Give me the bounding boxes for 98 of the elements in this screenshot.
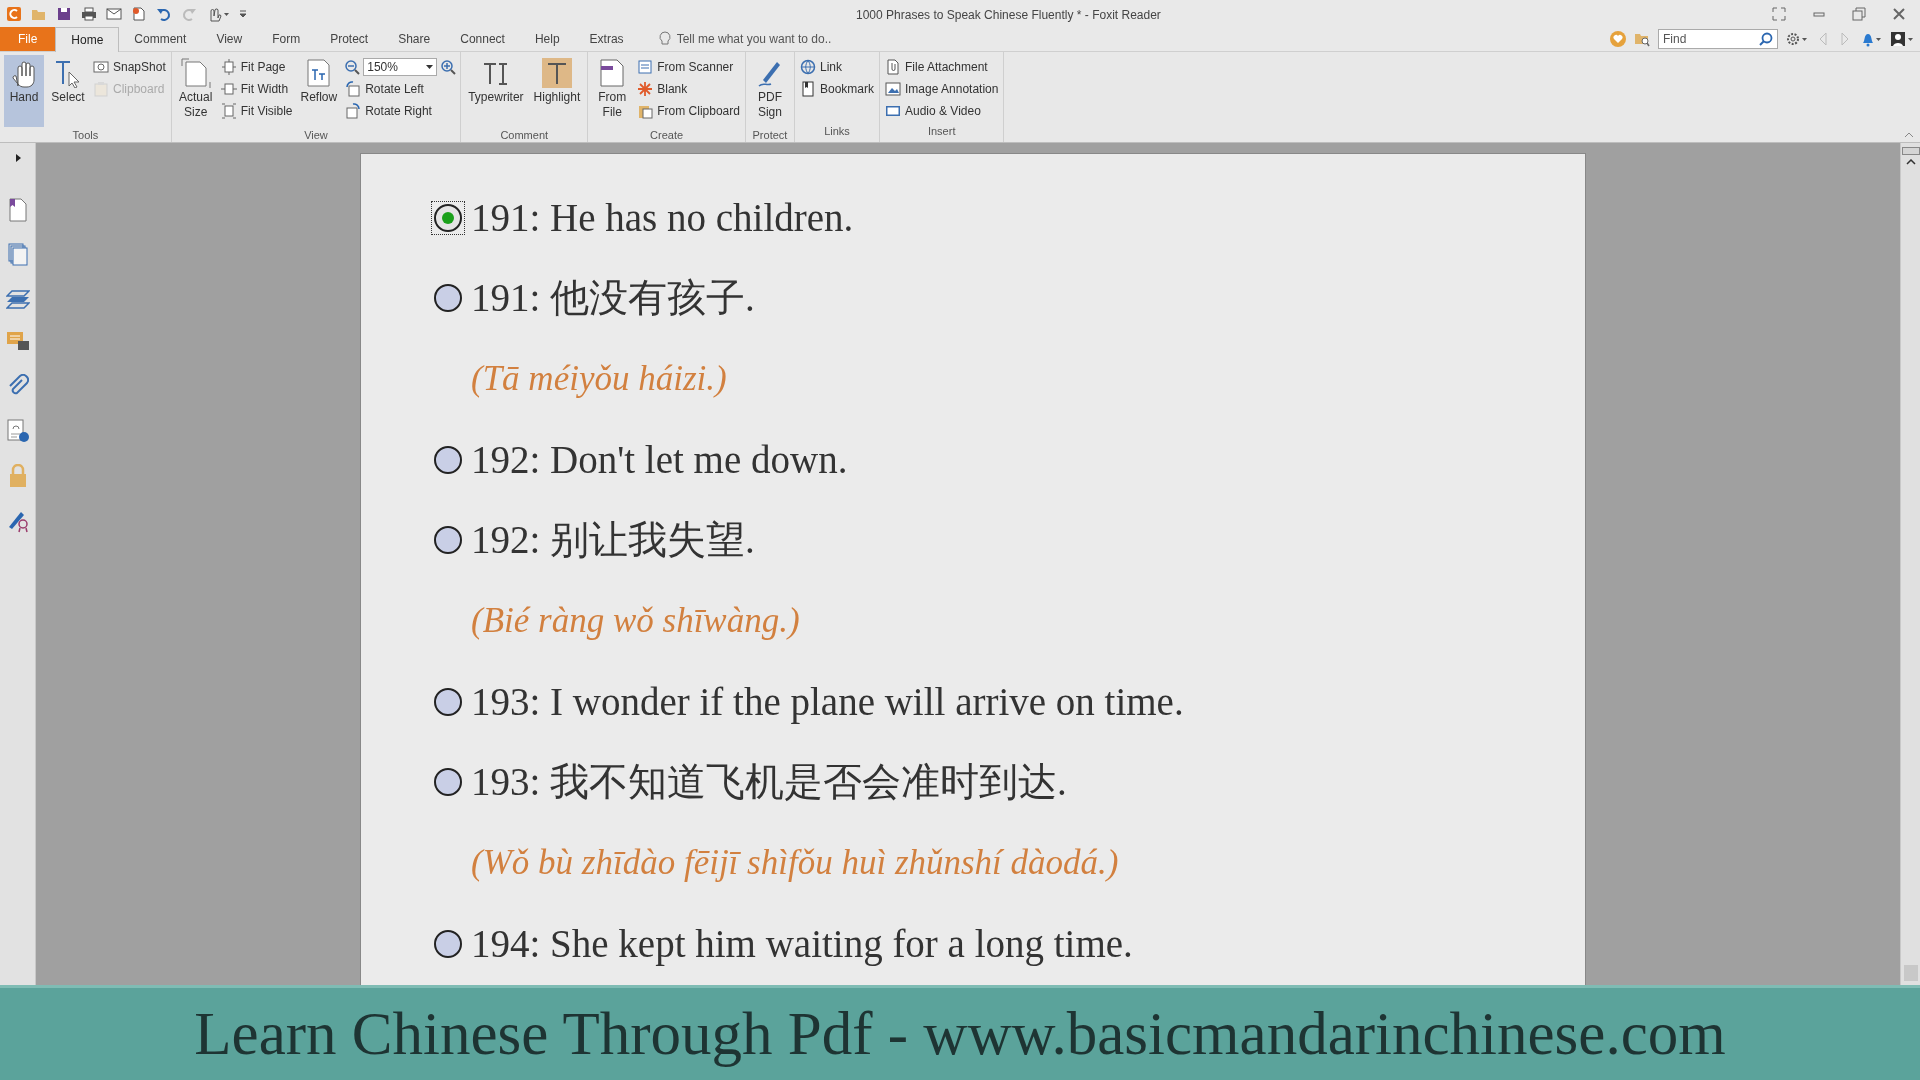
phrase-text: 194: She kept him waiting for a long time. xyxy=(471,923,1133,965)
phrase-text: 193: I wonder if the plane will arrive on time. xyxy=(471,681,1184,723)
ribbon-button[interactable]: Fit Visible xyxy=(219,101,294,121)
scrollbar[interactable] xyxy=(1900,143,1920,985)
pages-icon[interactable] xyxy=(7,243,28,267)
lightbulb-icon[interactable] xyxy=(658,31,671,47)
ribbon-button[interactable]: Reflow xyxy=(297,55,341,127)
fit-page-icon xyxy=(220,59,237,75)
pinyin-text: (Bié ràng wǒ shīwàng.) xyxy=(471,599,800,642)
user-icon[interactable] xyxy=(1890,31,1914,47)
scroll-up-icon[interactable] xyxy=(1905,159,1916,165)
camera-icon xyxy=(93,59,109,75)
pen-badge-icon[interactable] xyxy=(6,509,29,533)
menu-tab[interactable]: Comment xyxy=(119,27,202,51)
ribbon-button[interactable]: Audio & Video xyxy=(884,101,1000,121)
group-label: Create xyxy=(649,128,685,143)
ribbon-button[interactable]: Rotate Right xyxy=(344,101,457,121)
ribbon-button[interactable]: Fit Width xyxy=(219,79,294,99)
menu-tab[interactable]: View xyxy=(201,27,258,51)
menu-tab[interactable]: Protect xyxy=(315,27,384,51)
group-label: Insert xyxy=(926,123,957,139)
ribbon-button[interactable]: SnapShot xyxy=(92,57,167,77)
bookmark-page-icon[interactable] xyxy=(7,198,28,222)
fit-width-icon xyxy=(220,81,237,97)
phrase-text: 193: 我不知道飞机是否会准时到达. xyxy=(471,761,1067,803)
print-icon[interactable] xyxy=(81,5,97,22)
ribbon-button[interactable]: PDF Sign xyxy=(749,55,790,127)
fit-visible-icon xyxy=(220,103,237,119)
tell-me-field[interactable]: Tell me what you want to do.. xyxy=(658,27,832,51)
ribbon-button[interactable]: File Attachment xyxy=(884,57,1000,77)
email-icon[interactable] xyxy=(106,5,122,22)
video-icon xyxy=(885,103,901,119)
ribbon-button[interactable]: Fit Page xyxy=(219,57,294,77)
app-logo-icon[interactable] xyxy=(6,5,22,22)
menu-tab[interactable]: Help xyxy=(519,27,575,51)
save-icon[interactable] xyxy=(56,5,72,22)
bookmark-icon xyxy=(799,81,816,97)
radio-button[interactable] xyxy=(431,201,465,235)
ribbon-button[interactable]: Bookmark xyxy=(798,79,875,99)
group-label: Links xyxy=(823,123,851,139)
zoom-dropdown[interactable]: 150% xyxy=(363,58,438,76)
ribbon-button[interactable]: Actual Size xyxy=(175,55,216,127)
folder-search-icon[interactable] xyxy=(1634,31,1650,47)
zoom-out-icon[interactable] xyxy=(344,59,361,75)
group-label: Protect xyxy=(751,128,789,143)
comments-icon[interactable] xyxy=(5,331,30,353)
phrase-text: 192: Don't let me down. xyxy=(471,439,848,481)
expand-icon[interactable] xyxy=(13,153,22,163)
ribbon-button[interactable]: Typewriter xyxy=(465,55,527,127)
phrase-text: 191: 他没有孩子. xyxy=(471,277,755,319)
ribbon-button[interactable]: Rotate Left xyxy=(344,79,457,99)
globe-icon xyxy=(799,59,816,75)
ribbon-button[interactable]: Blank xyxy=(636,79,741,99)
close-icon[interactable] xyxy=(1892,6,1906,21)
phrase-text: 191: He has no children. xyxy=(471,197,854,239)
scroll-thumb[interactable] xyxy=(1903,965,1918,981)
banner-text: Learn Chinese Through Pdf - www.basicmandarinchinese.com xyxy=(194,999,1726,1070)
layers-icon[interactable] xyxy=(5,288,30,310)
phrase-text: 192: 别让我失望. xyxy=(471,519,755,561)
bell-icon[interactable] xyxy=(1860,31,1882,47)
ribbon-button[interactable]: Select xyxy=(48,55,88,127)
group-label: View xyxy=(303,128,329,143)
restore-icon[interactable] xyxy=(1852,6,1866,21)
ribbon-button[interactable]: Hand xyxy=(4,55,44,127)
menu-tab[interactable]: Extras xyxy=(574,27,639,51)
image-icon xyxy=(885,81,901,97)
clipboard-icon xyxy=(637,103,654,119)
search-icon[interactable] xyxy=(1759,32,1773,46)
rotate-right-icon xyxy=(345,103,362,119)
menu-tab[interactable]: Form xyxy=(257,27,316,51)
ribbon-button[interactable]: From File xyxy=(592,55,633,127)
dropdown-caret-icon[interactable] xyxy=(426,65,434,69)
highlight-icon xyxy=(541,58,572,88)
group-label: Tools xyxy=(71,128,100,143)
ribbon-button[interactable]: Link xyxy=(798,57,875,77)
page-frame-icon xyxy=(180,58,211,88)
ribbon-button[interactable]: Highlight xyxy=(530,55,584,127)
group-label: Comment xyxy=(499,128,550,143)
menu-tab[interactable]: Home xyxy=(55,27,120,52)
menu-tab[interactable]: Connect xyxy=(445,27,520,51)
signature-document-icon[interactable] xyxy=(6,419,29,443)
menu-tab[interactable]: Share xyxy=(383,27,446,51)
file-attachment-icon xyxy=(885,59,901,75)
zoom-in-icon[interactable] xyxy=(440,59,457,75)
find-field[interactable]: Find xyxy=(1658,29,1778,49)
split-handle[interactable] xyxy=(1901,147,1920,155)
rotate-left-icon xyxy=(345,81,362,97)
gear-icon[interactable] xyxy=(1786,31,1808,47)
ribbon-button[interactable]: From Scanner xyxy=(636,57,741,77)
starburst-icon xyxy=(637,81,654,97)
ribbon-button[interactable]: From Clipboard xyxy=(636,101,741,121)
scanner-icon xyxy=(637,59,654,75)
new-document-icon[interactable] xyxy=(131,5,147,22)
window-title: 1000 Phrases to Speak Chinese Fluently * - Foxit Reader xyxy=(856,7,1161,24)
collapse-ribbon-icon[interactable] xyxy=(1904,132,1914,138)
pinyin-text: (Wǒ bù zhīdào fēijī shìfǒu huì zhǔnshí dàodá.) xyxy=(471,841,1119,884)
pinyin-text: (Tā méiyǒu háizi.) xyxy=(471,357,727,400)
ribbon-button[interactable]: Image Annotation xyxy=(884,79,1000,99)
